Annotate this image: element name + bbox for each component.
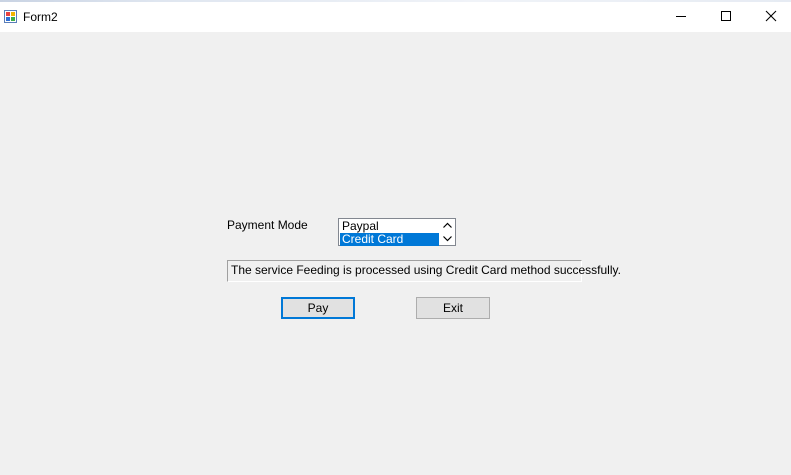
payment-mode-label: Payment Mode: [227, 218, 308, 232]
scroll-down-button[interactable]: [440, 232, 455, 245]
pay-button[interactable]: Pay: [281, 297, 355, 319]
maximize-button[interactable]: [703, 2, 749, 32]
list-item-credit-card[interactable]: Credit Card: [340, 233, 439, 246]
exit-button[interactable]: Exit: [416, 297, 490, 319]
maximize-icon: [721, 11, 731, 21]
payment-mode-listbox[interactable]: Paypal Credit Card: [338, 218, 456, 246]
app-icon[interactable]: [4, 10, 17, 23]
form2-window: Form2 Payment Mode Paypal Credit Card Th…: [0, 0, 791, 475]
minimize-button[interactable]: [658, 2, 704, 32]
result-message: The service Feeding is processed using C…: [227, 260, 621, 282]
chevron-down-icon: [443, 236, 452, 242]
window-title: Form2: [23, 10, 58, 24]
chevron-up-icon: [443, 222, 452, 228]
listbox-scrollbar[interactable]: [440, 219, 455, 245]
title-bar[interactable]: Form2: [0, 2, 791, 32]
minimize-icon: [676, 16, 686, 17]
close-icon: [765, 10, 777, 22]
scroll-up-button[interactable]: [440, 219, 455, 232]
close-button[interactable]: [748, 2, 791, 32]
